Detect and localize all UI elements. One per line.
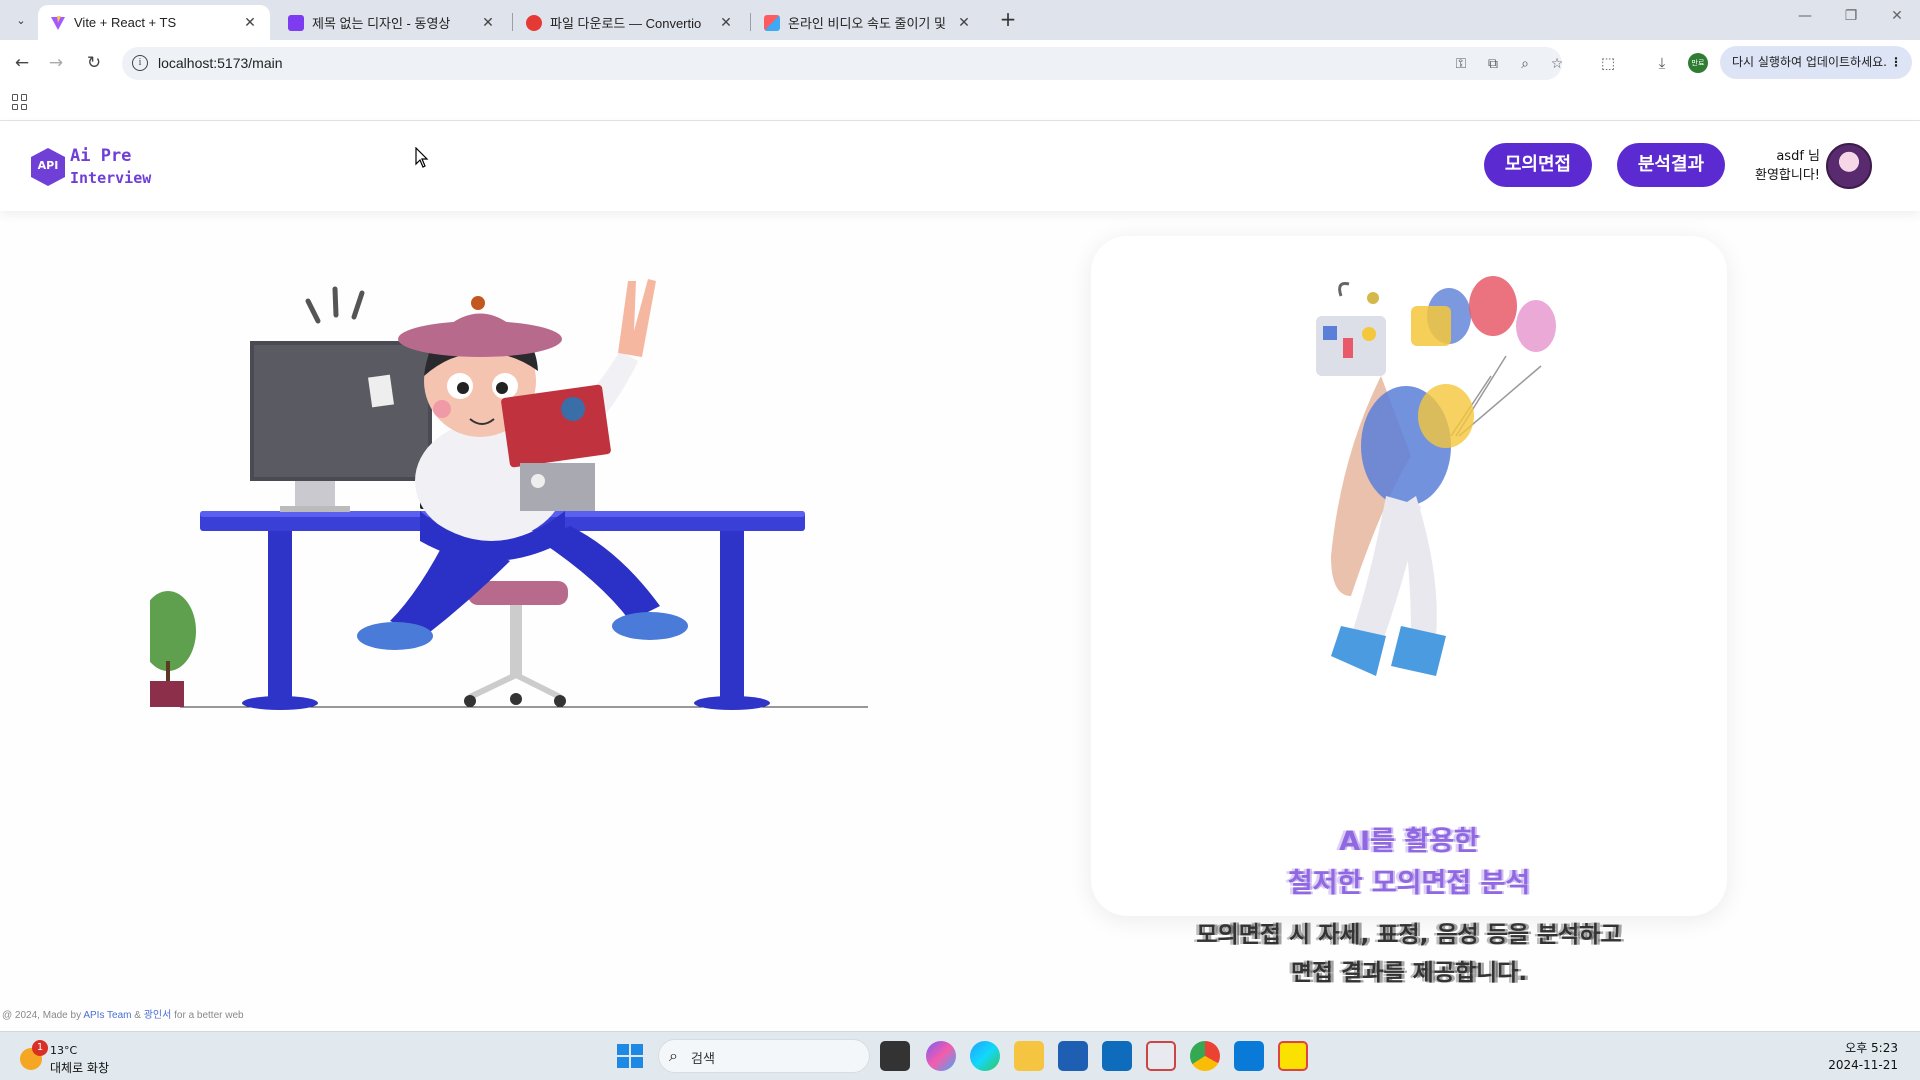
site-info-icon[interactable]: i	[132, 55, 148, 71]
tab-title: Vite + React + TS	[74, 15, 177, 30]
user-name-line: asdf 님	[1776, 149, 1820, 164]
more-menu-icon[interactable]: ⋮	[1890, 46, 1902, 79]
clock-time: 오후 5:23	[1845, 1041, 1898, 1055]
card-desc-line-1: 모의면접 시 자세, 표정, 음성 등을 분석하고	[1196, 922, 1622, 948]
footer-amp: &	[131, 1010, 144, 1021]
zoom-icon[interactable]: ⌕	[1515, 54, 1535, 74]
tab-title: 온라인 비디오 속도 줄이기 및	[788, 16, 946, 31]
tab-separator	[750, 13, 751, 31]
footer-suffix: for a better web	[171, 1010, 244, 1021]
browser-toolbar: ← → ↻ i localhost:5173/main ⚿ ⧉ ⌕ ☆ ⬚ ⤓ …	[0, 40, 1920, 85]
update-label: 다시 실행하여 업데이트하세요.	[1732, 55, 1887, 69]
edge-icon[interactable]	[970, 1041, 1000, 1071]
video-icon	[288, 14, 304, 31]
mock-interview-button[interactable]: 모의면접	[1484, 143, 1592, 187]
weather-temp: 13°C	[50, 1044, 78, 1057]
copilot-icon[interactable]	[926, 1041, 956, 1071]
kakaotalk-icon[interactable]	[1278, 1041, 1308, 1071]
weather-widget[interactable]: 1 13°C 대체로 화창	[18, 1040, 158, 1075]
site-logo[interactable]: API Ai Pre Interview	[28, 141, 168, 191]
user-greeting: asdf 님 환영합니다!	[1740, 147, 1820, 185]
new-tab-button[interactable]: +	[996, 8, 1020, 32]
card-title: AI를 활용한 철저한 모의면접 분석	[1091, 821, 1727, 905]
minimize-icon[interactable]: —	[1790, 8, 1820, 24]
hero-illustration	[150, 279, 868, 710]
clideo-icon	[764, 14, 780, 31]
vscode-icon[interactable]	[1234, 1041, 1264, 1071]
download-icon[interactable]: ⤓	[1651, 52, 1673, 74]
close-icon[interactable]: ✕	[956, 14, 972, 31]
logo-wordmark: Ai Pre Interview	[70, 145, 151, 189]
search-label: 검색	[691, 1052, 715, 1067]
avatar[interactable]	[1826, 143, 1872, 189]
clock-date: 2024-11-21	[1828, 1058, 1898, 1072]
windows-taskbar: 1 13°C 대체로 화창 ⌕ 검색 오후 5:23 2024-11-21	[0, 1031, 1920, 1080]
page-content: API Ai Pre Interview 모의면접 분석결과 asdf 님 환영…	[0, 121, 1920, 1031]
translate-icon[interactable]: ⧉	[1483, 54, 1503, 74]
tab-vite[interactable]: Vite + React + TS ✕	[38, 5, 270, 40]
reload-icon[interactable]: ↻	[82, 51, 106, 75]
bookmarks-bar	[0, 85, 1920, 121]
apps-grid-icon[interactable]	[12, 94, 28, 110]
windows-start-icon[interactable]	[614, 1041, 644, 1071]
user-welcome-line: 환영합니다!	[1754, 168, 1820, 183]
password-key-icon[interactable]: ⚿	[1451, 54, 1471, 74]
feature-card: AI를 활용한 철저한 모의면접 분석 모의면접 시 자세, 표정, 음성 등을…	[1091, 236, 1727, 986]
vite-icon	[50, 15, 66, 31]
task-view-icon[interactable]	[880, 1041, 910, 1071]
card-title-line-1: AI를 활용한	[1339, 826, 1479, 857]
chrome-icon[interactable]	[1190, 1041, 1220, 1071]
restore-icon[interactable]: ❐	[1836, 8, 1866, 24]
back-icon[interactable]: ←	[10, 51, 34, 75]
logo-badge-text: API	[37, 159, 59, 172]
close-icon[interactable]: ✕	[242, 14, 258, 31]
close-icon[interactable]: ✕	[480, 14, 496, 31]
footer-prefix: @ 2024, Made by	[2, 1010, 84, 1021]
address-bar[interactable]: i localhost:5173/main ⚿ ⧉ ⌕ ☆	[122, 47, 1563, 80]
url-text[interactable]: localhost:5173/main	[158, 55, 283, 71]
browser-tab-bar: ⌄ Vite + React + TS ✕ 제목 없는 디자인 - 동영상 ✕ …	[0, 0, 1920, 40]
store-icon[interactable]	[1058, 1041, 1088, 1071]
bookmark-star-icon[interactable]: ☆	[1547, 54, 1567, 74]
card-desc-line-2: 면접 결과를 제공합니다.	[1290, 960, 1528, 986]
close-window-icon[interactable]: ✕	[1882, 8, 1912, 24]
card-title-line-2: 철저한 모의면접 분석	[1287, 868, 1531, 899]
notification-badge: 1	[32, 1040, 48, 1056]
tab-separator	[512, 13, 513, 31]
logo-line-2: Interview	[70, 169, 152, 187]
card-illustration	[1316, 276, 1556, 676]
tab-title: 제목 없는 디자인 - 동영상	[312, 16, 451, 31]
weather-condition: 대체로 화창	[50, 1061, 110, 1075]
update-button[interactable]: 다시 실행하여 업데이트하세요. ⋮	[1720, 46, 1912, 79]
convertio-icon	[526, 14, 542, 31]
tab-search-button[interactable]: ⌄	[10, 9, 32, 31]
analysis-result-button[interactable]: 분석결과	[1617, 143, 1725, 187]
logo-line-1: Ai Pre	[70, 146, 132, 166]
card-description: 모의면접 시 자세, 표정, 음성 등을 분석하고 면접 결과를 제공합니다.	[1091, 916, 1727, 992]
site-footer: @ 2024, Made by APIs Team & 광인서 for a be…	[2, 1006, 244, 1021]
snipping-tool-icon[interactable]	[1146, 1041, 1176, 1071]
search-icon: ⌕	[669, 1046, 678, 1065]
close-icon[interactable]: ✕	[718, 14, 734, 31]
file-explorer-icon[interactable]	[1014, 1041, 1044, 1071]
tab-clideo[interactable]: 온라인 비디오 속도 줄이기 및 ✕	[752, 5, 984, 40]
taskbar-search[interactable]: ⌕ 검색	[658, 1039, 870, 1073]
footer-uni-link[interactable]: 광인서	[144, 1010, 172, 1021]
profile-avatar[interactable]: 만료	[1688, 53, 1708, 73]
system-clock[interactable]: 오후 5:23 2024-11-21	[1828, 1040, 1898, 1074]
extensions-icon[interactable]: ⬚	[1597, 52, 1619, 74]
outlook-icon[interactable]	[1102, 1041, 1132, 1071]
tab-canva[interactable]: 제목 없는 디자인 - 동영상 ✕	[276, 5, 508, 40]
forward-icon[interactable]: →	[44, 51, 68, 75]
tab-title: 파일 다운로드 — Convertio	[550, 16, 702, 31]
footer-team-link[interactable]: APIs Team	[83, 1010, 131, 1021]
tab-convertio[interactable]: 파일 다운로드 — Convertio ✕	[514, 5, 746, 40]
